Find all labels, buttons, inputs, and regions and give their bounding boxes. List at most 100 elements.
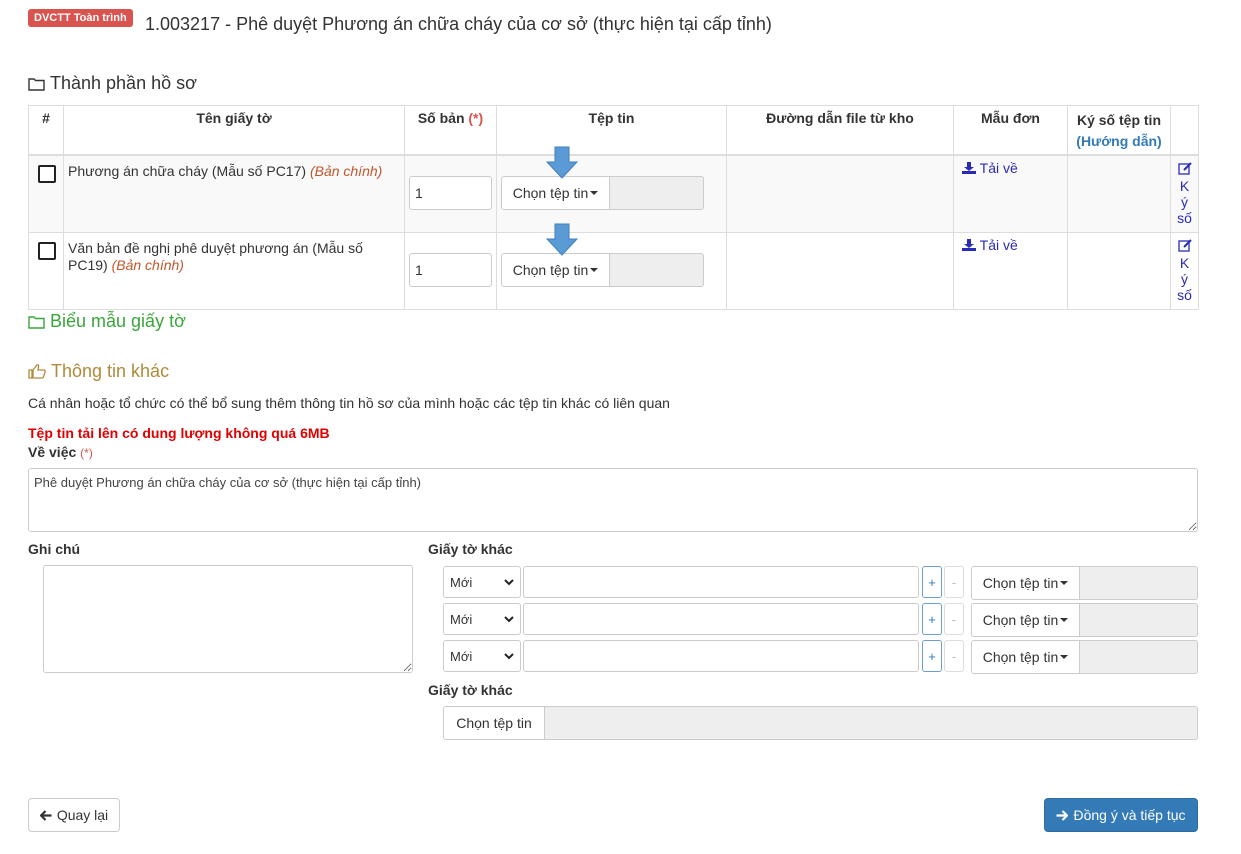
row-sign-action-cell: Ký số — [1170, 154, 1199, 233]
other-file-name-display — [545, 706, 1198, 740]
caret-down-icon — [590, 268, 599, 272]
row-template-cell: Tải về — [953, 232, 1068, 310]
choose-file-button[interactable]: Chọn tệp tin — [971, 640, 1080, 674]
choose-file-button[interactable]: Chọn tệp tin — [501, 253, 610, 287]
table-header-row: # Tên giấy tờ Số bản (*) Tệp tin Đường d… — [28, 105, 1199, 156]
add-row-button[interactable]: + — [922, 640, 942, 672]
col-template: Mẫu đơn — [953, 105, 1068, 156]
subject-textarea[interactable]: Phê duyệt Phương án chữa cháy của cơ sở … — [28, 468, 1198, 532]
document-name: Phương án chữa cháy (Mẫu số PC17) — [68, 163, 307, 179]
copies-input[interactable] — [409, 176, 492, 210]
row-name-cell: Phương án chữa cháy (Mẫu số PC17) (Bản c… — [63, 154, 405, 233]
doc-type-value: Mới — [450, 574, 473, 590]
doc-type-value: Mới — [450, 611, 473, 627]
sign-help-link[interactable]: (Hướng dẫn) — [1076, 133, 1161, 149]
remove-row-button[interactable]: - — [944, 640, 964, 672]
doc-type-select[interactable]: Mới — [443, 566, 521, 598]
arrow-left-icon — [39, 809, 52, 821]
col-sign: Ký số tệp tin (Hướng dẫn) — [1067, 105, 1171, 156]
doc-name-input[interactable] — [523, 640, 919, 672]
choose-file-button[interactable]: Chọn tệp tin — [971, 566, 1080, 600]
table-row: Văn bản đề nghị phê duyệt phương án (Mẫu… — [28, 223, 1199, 310]
hand-pointer-icon — [28, 364, 46, 379]
choose-file-label: Chọn tệp tin — [982, 649, 1059, 665]
back-button[interactable]: Quay lại — [28, 798, 120, 832]
col-copies: Số bản (*) — [404, 105, 497, 156]
col-path: Đường dẫn file từ kho — [726, 105, 954, 156]
choose-file-button[interactable]: Chọn tệp tin — [501, 176, 610, 210]
arrow-right-icon — [1056, 809, 1069, 821]
row-file-cell: Chọn tệp tin — [496, 146, 727, 233]
file-picker: Chọn tệp tin — [501, 176, 704, 210]
row-copies-cell — [404, 154, 497, 233]
subject-label: Về việc (*) — [28, 444, 93, 460]
other-info-description: Cá nhân hoặc tổ chức có thể bổ sung thêm… — [28, 395, 670, 411]
sign-label: Ký số — [1177, 255, 1192, 303]
edit-icon — [1177, 162, 1192, 175]
subject-label-text: Về việc — [28, 444, 77, 460]
download-label: Tải về — [979, 160, 1018, 176]
add-row-button[interactable]: + — [922, 603, 942, 635]
other-file-picker: Chọn tệp tin — [443, 706, 1198, 740]
col-sign-action — [1170, 105, 1199, 156]
row-path-cell — [726, 232, 954, 310]
download-label: Tải về — [979, 237, 1018, 253]
add-row-button[interactable]: + — [922, 566, 942, 598]
document-note: (Bản chính) — [111, 257, 184, 273]
row-checkbox-cell — [28, 232, 64, 310]
back-label: Quay lại — [56, 807, 109, 823]
col-sign-label: Ký số tệp tin — [1076, 112, 1161, 128]
row-template-cell: Tải về — [953, 154, 1068, 233]
doc-name-input[interactable] — [523, 566, 919, 598]
col-name: Tên giấy tờ — [63, 105, 405, 156]
row-sign-action-cell: Ký số — [1170, 232, 1199, 310]
file-size-warning: Tệp tin tải lên có dung lượng không quá … — [28, 425, 330, 441]
required-mark: (*) — [80, 446, 93, 460]
arrow-down-icon — [545, 146, 579, 179]
remove-row-button[interactable]: - — [944, 603, 964, 635]
other-docs-label: Giấy tờ khác — [428, 541, 513, 557]
page-title: 1.003217 - Phê duyệt Phương án chữa cháy… — [145, 14, 772, 34]
service-badge: DVCTT Toàn trình — [28, 9, 133, 27]
caret-down-icon — [1060, 581, 1069, 585]
other-docs-label-2: Giấy tờ khác — [428, 682, 513, 698]
download-link[interactable]: Tải về — [962, 237, 1018, 253]
sign-link[interactable]: Ký số — [1173, 239, 1196, 303]
doc-name-input[interactable] — [523, 603, 919, 635]
agree-continue-label: Đồng ý và tiếp tục — [1073, 807, 1186, 823]
file-picker: Chọn tệp tin — [971, 566, 1198, 600]
templates-section-title[interactable]: Biểu mẫu giấy tờ — [28, 311, 186, 332]
file-picker: Chọn tệp tin — [501, 253, 704, 287]
file-name-display — [610, 253, 704, 287]
download-icon — [962, 162, 976, 174]
chevron-down-icon — [504, 578, 514, 585]
choose-file-button[interactable]: Chọn tệp tin — [971, 603, 1080, 637]
col-index: # — [28, 105, 64, 156]
file-name-display — [1080, 640, 1198, 674]
copies-input[interactable] — [409, 253, 492, 287]
edit-icon — [1177, 239, 1192, 252]
row-checkbox[interactable] — [38, 165, 56, 183]
choose-other-file-button[interactable]: Chọn tệp tin — [443, 706, 545, 740]
arrow-down-icon — [545, 223, 579, 256]
row-copies-cell — [404, 232, 497, 310]
choose-file-label: Chọn tệp tin — [512, 185, 589, 201]
row-checkbox[interactable] — [38, 242, 56, 260]
col-file: Tệp tin — [496, 105, 727, 156]
folder-icon — [28, 315, 45, 329]
doc-type-select[interactable]: Mới — [443, 640, 521, 672]
remove-row-button[interactable]: - — [944, 566, 964, 598]
templates-section-label: Biểu mẫu giấy tờ — [50, 311, 186, 331]
sign-link[interactable]: Ký số — [1173, 162, 1196, 226]
agree-continue-button[interactable]: Đồng ý và tiếp tục — [1044, 798, 1198, 832]
file-name-display — [1080, 603, 1198, 637]
file-picker: Chọn tệp tin — [971, 603, 1198, 637]
required-mark: (*) — [468, 110, 484, 126]
documents-table: # Tên giấy tờ Số bản (*) Tệp tin Đường d… — [28, 105, 1199, 310]
doc-type-select[interactable]: Mới — [443, 603, 521, 635]
download-link[interactable]: Tải về — [962, 160, 1018, 176]
file-name-display — [610, 176, 704, 210]
choose-file-label: Chọn tệp tin — [982, 612, 1059, 628]
caret-down-icon — [1060, 618, 1069, 622]
note-textarea[interactable] — [43, 565, 413, 673]
